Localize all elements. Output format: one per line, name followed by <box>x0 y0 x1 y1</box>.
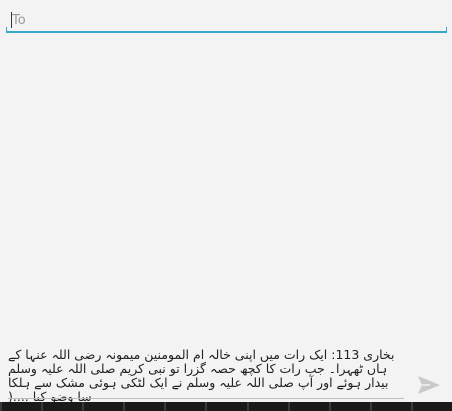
key-segment <box>410 402 452 411</box>
message-compose-field[interactable]: بخاری 113: ایک رات میں اپنی خالہ ام المو… <box>8 348 404 402</box>
key-segment <box>0 402 41 411</box>
recipient-input-underline <box>6 31 447 33</box>
key-segment <box>246 402 288 411</box>
compose-field-underline <box>8 398 404 399</box>
compose-bar: بخاری 113: ایک رات میں اپنی خالہ ام المو… <box>0 342 452 411</box>
key-segment <box>287 402 329 411</box>
key-segment <box>328 402 370 411</box>
input-underline-right-tick <box>446 27 447 32</box>
send-button[interactable] <box>414 371 444 399</box>
key-segment <box>123 402 164 411</box>
send-icon <box>418 376 440 394</box>
conversation-area <box>0 40 452 342</box>
key-segment <box>82 402 123 411</box>
text-caret <box>11 12 12 28</box>
key-segment <box>41 402 82 411</box>
key-segment <box>205 402 246 411</box>
recipient-row <box>0 0 452 40</box>
keyboard-hint-strip <box>0 402 452 411</box>
key-segment <box>164 402 205 411</box>
recipient-input[interactable] <box>6 8 446 32</box>
key-segment <box>369 402 411 411</box>
